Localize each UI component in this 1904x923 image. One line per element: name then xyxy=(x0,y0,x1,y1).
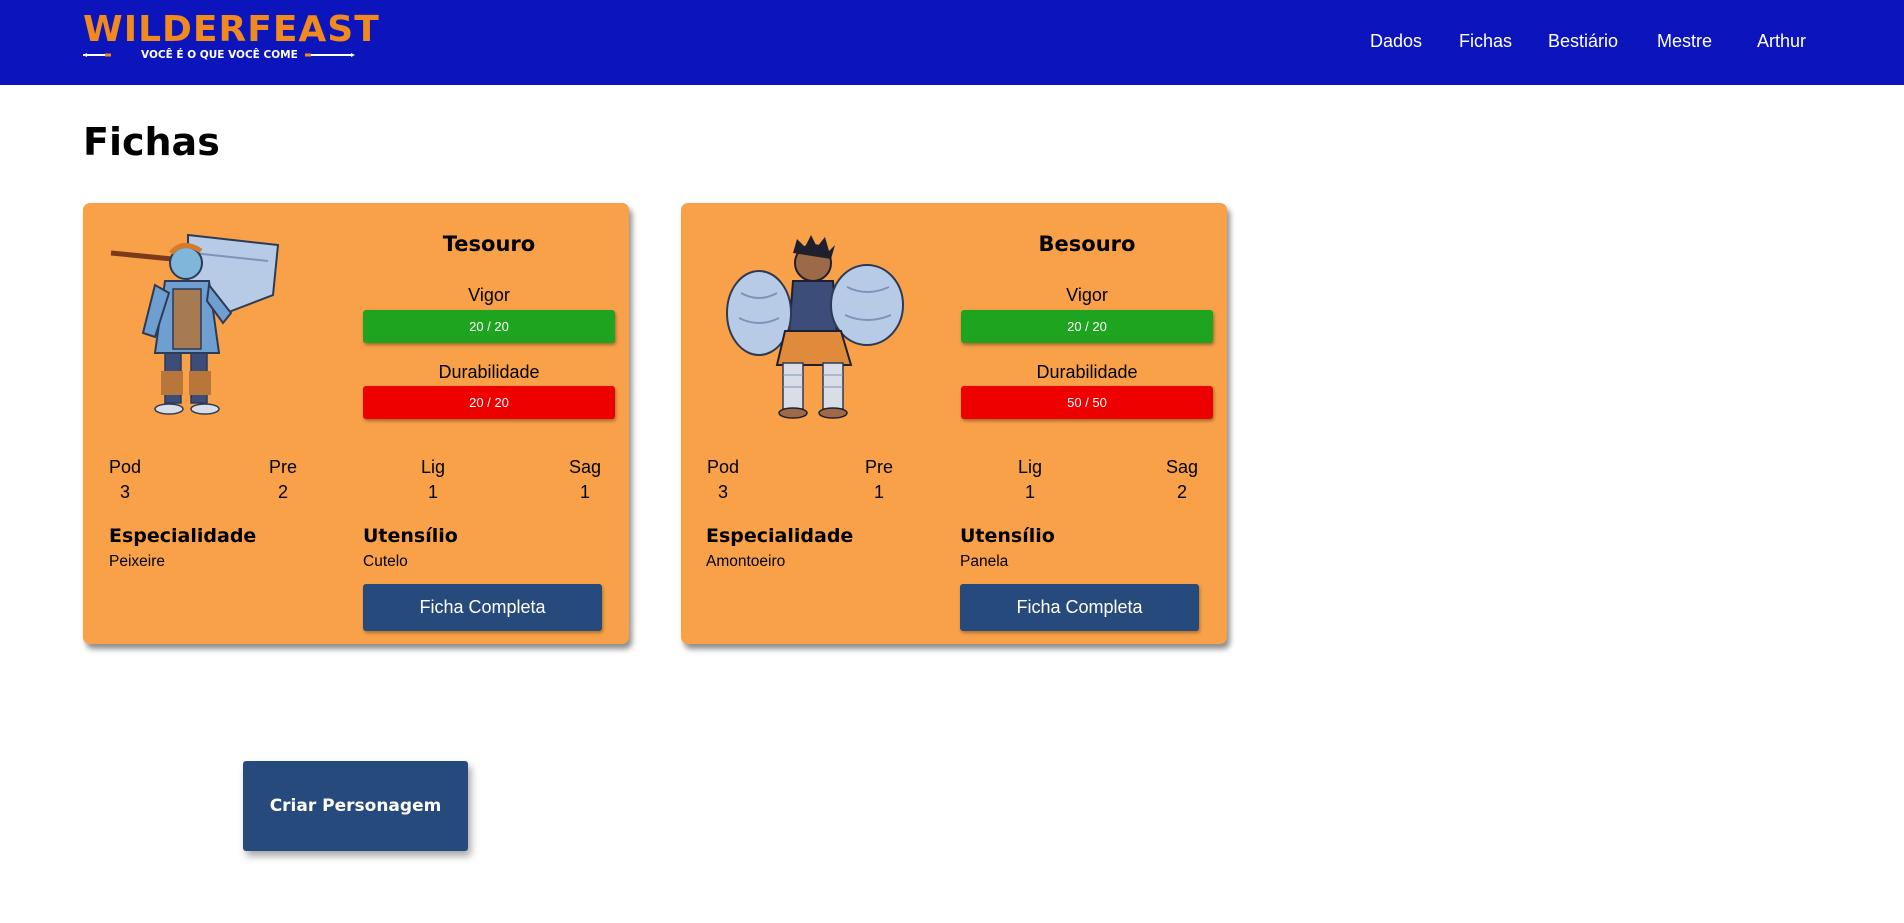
character-name: Tesouro xyxy=(442,232,536,256)
especialidade-label: Especialidade xyxy=(706,525,854,547)
ficha-completa-button[interactable]: Ficha Completa xyxy=(960,584,1199,631)
ficha-completa-button[interactable]: Ficha Completa xyxy=(363,584,602,631)
vigor-bar: 20 / 20 xyxy=(961,310,1213,343)
stat-pre-label: Pre xyxy=(864,457,893,477)
logo-tagline: VOCÊ É O QUE VOCÊ COME xyxy=(141,49,298,61)
durabilidade-label: Durabilidade xyxy=(438,362,540,382)
stat-sag-label: Sag xyxy=(568,457,602,477)
stat-sag-value: 2 xyxy=(1176,482,1187,502)
stat-sag-label: Sag xyxy=(1165,457,1199,477)
utensilio-label: Utensílio xyxy=(363,525,458,547)
utensilio-value: Cutelo xyxy=(363,553,408,570)
logo-title: WILDERFEAST xyxy=(83,9,380,50)
durabilidade-label: Durabilidade xyxy=(1036,362,1138,382)
stat-sag-value: 1 xyxy=(579,482,590,502)
knife-left-icon xyxy=(83,53,111,57)
stat-pod-value: 3 xyxy=(119,482,130,502)
nav-mestre[interactable]: Mestre xyxy=(1657,30,1712,52)
criar-personagem-button[interactable]: Criar Personagem xyxy=(243,761,468,851)
character-name: Besouro xyxy=(1038,232,1136,256)
nav-fichas[interactable]: Fichas xyxy=(1459,30,1512,52)
top-navbar: WILDERFEAST VOCÊ É O QUE VOCÊ COME Dados… xyxy=(0,0,1904,85)
stat-pre-value: 1 xyxy=(873,482,884,502)
vigor-bar: 20 / 20 xyxy=(363,310,615,343)
stat-pre-label: Pre xyxy=(268,457,297,477)
wilderfeast-logo[interactable]: WILDERFEAST VOCÊ É O QUE VOCÊ COME xyxy=(83,12,379,64)
character-card-besouro: Besouro Vigor 20 / 20 Durabilidade 50 / … xyxy=(681,203,1227,644)
stat-lig-value: 1 xyxy=(427,482,438,502)
stat-pod-label: Pod xyxy=(706,457,740,477)
cleaver-warrior-portrait xyxy=(110,233,280,415)
stat-pod-value: 3 xyxy=(717,482,728,502)
page-title: Fichas xyxy=(83,120,220,164)
utensilio-label: Utensílio xyxy=(960,525,1055,547)
especialidade-value: Amontoeiro xyxy=(706,553,786,570)
pillow-brawler-portrait xyxy=(726,235,904,419)
vigor-label: Vigor xyxy=(468,285,510,305)
stat-lig-label: Lig xyxy=(1017,457,1043,477)
stat-lig-value: 1 xyxy=(1024,482,1035,502)
stat-pod-label: Pod xyxy=(108,457,142,477)
nav-bestiario[interactable]: Bestiário xyxy=(1548,30,1618,52)
knife-right-icon xyxy=(305,53,355,57)
utensilio-value: Panela xyxy=(960,553,1009,570)
durabilidade-bar: 20 / 20 xyxy=(363,386,615,419)
durabilidade-bar: 50 / 50 xyxy=(961,386,1213,419)
nav-dados[interactable]: Dados xyxy=(1370,30,1422,52)
stat-pre-value: 2 xyxy=(277,482,288,502)
vigor-label: Vigor xyxy=(1066,285,1108,305)
character-card-tesouro: Tesouro Vigor 20 / 20 Durabilidade 20 / … xyxy=(83,203,629,644)
stat-lig-label: Lig xyxy=(420,457,446,477)
nav-user-arthur[interactable]: Arthur xyxy=(1757,30,1806,52)
especialidade-label: Especialidade xyxy=(109,525,257,547)
especialidade-value: Peixeire xyxy=(109,553,165,570)
